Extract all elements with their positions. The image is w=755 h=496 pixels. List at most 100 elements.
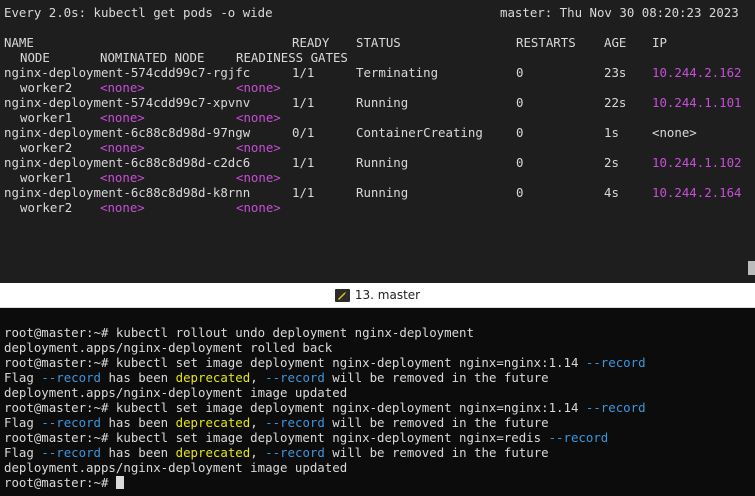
pod-ip: 10.244.2.164 bbox=[652, 185, 742, 200]
shell-prompt: root@master:~# bbox=[4, 400, 109, 415]
pod-age: 1s bbox=[604, 125, 619, 140]
shell-prompt: root@master:~# bbox=[4, 325, 109, 340]
col-nominated: NOMINATED NODE bbox=[100, 50, 205, 65]
pod-name: nginx-deployment-6c88c8d98d-k8rnn bbox=[4, 185, 251, 200]
command-line: root@master:~# kubectl set image deploym… bbox=[4, 430, 608, 445]
warning-text: will be removed in the future bbox=[324, 370, 549, 385]
shell-prompt: root@master:~# bbox=[4, 430, 109, 445]
pod-status: ContainerCreating bbox=[356, 125, 483, 140]
command-text: kubectl set image deployment nginx-deplo… bbox=[108, 430, 549, 445]
pane-title: 13. master bbox=[354, 288, 421, 302]
pod-restarts: 0 bbox=[516, 185, 524, 200]
warning-flag: --record bbox=[265, 370, 325, 385]
pod-ready: 1/1 bbox=[292, 95, 315, 110]
warning-flag: --record bbox=[265, 415, 325, 430]
col-age: AGE bbox=[604, 35, 627, 50]
pod-ready: 0/1 bbox=[292, 125, 315, 140]
pod-status: Terminating bbox=[356, 65, 439, 80]
pod-node: worker1 bbox=[20, 170, 73, 185]
terminal-icon bbox=[334, 288, 350, 302]
shell-prompt: root@master:~# bbox=[4, 475, 109, 490]
command-flag: --record bbox=[585, 400, 646, 415]
warning-text: will be removed in the future bbox=[324, 445, 549, 460]
col-name: NAME bbox=[4, 35, 34, 50]
warning-deprecated: deprecated bbox=[175, 370, 251, 385]
output-text: deployment.apps/nginx-deployment rolled … bbox=[4, 340, 333, 355]
pane-titlebar[interactable]: 13. master bbox=[0, 283, 755, 308]
col-restarts: RESTARTS bbox=[516, 35, 576, 50]
pod-nominated: <none> bbox=[100, 170, 145, 185]
pod-gates: <none> bbox=[236, 140, 281, 155]
warning-text: has been bbox=[101, 445, 176, 460]
warning-text: will be removed in the future bbox=[324, 415, 549, 430]
output-line: Flag --record has been deprecated, --rec… bbox=[4, 415, 549, 430]
warning-deprecated: deprecated bbox=[175, 415, 251, 430]
command-text: kubectl set image deployment nginx-deplo… bbox=[108, 355, 586, 370]
command-line: root@master:~# kubectl rollout undo depl… bbox=[4, 325, 474, 340]
pod-restarts: 0 bbox=[516, 65, 524, 80]
shell-pane[interactable]: root@master:~# kubectl rollout undo depl… bbox=[0, 308, 755, 496]
pod-age: 4s bbox=[604, 185, 619, 200]
warning-text: Flag bbox=[4, 370, 42, 385]
output-line: deployment.apps/nginx-deployment rolled … bbox=[4, 340, 332, 355]
pod-node: worker2 bbox=[20, 140, 73, 155]
pod-nominated: <none> bbox=[100, 80, 145, 95]
pod-ip: <none> bbox=[652, 125, 697, 140]
pod-age: 22s bbox=[604, 95, 627, 110]
warning-text: Flag bbox=[4, 445, 42, 460]
col-node: NODE bbox=[20, 50, 50, 65]
pod-name: nginx-deployment-574cdd99c7-rgjfc bbox=[4, 65, 251, 80]
command-text: kubectl rollout undo deployment nginx-de… bbox=[108, 325, 474, 340]
output-text: deployment.apps/nginx-deployment image u… bbox=[4, 385, 348, 400]
col-ip: IP bbox=[652, 35, 667, 50]
warning-text: has been bbox=[101, 415, 176, 430]
pod-ip: 10.244.1.101 bbox=[652, 95, 742, 110]
pod-ready: 1/1 bbox=[292, 65, 315, 80]
pod-ready: 1/1 bbox=[292, 185, 315, 200]
pod-nominated: <none> bbox=[100, 200, 145, 215]
watch-header-right: master: Thu Nov 30 08:20:23 2023 bbox=[500, 5, 739, 20]
warning-deprecated: deprecated bbox=[175, 445, 251, 460]
warning-text: has been bbox=[101, 370, 176, 385]
pod-name: nginx-deployment-6c88c8d98d-97ngw bbox=[4, 125, 251, 140]
pod-status: Running bbox=[356, 95, 409, 110]
warning-text: , bbox=[250, 370, 266, 385]
pod-ip: 10.244.1.102 bbox=[652, 155, 742, 170]
warning-text: , bbox=[250, 415, 266, 430]
command-flag: --record bbox=[585, 355, 646, 370]
pod-age: 23s bbox=[604, 65, 627, 80]
pod-restarts: 0 bbox=[516, 155, 524, 170]
warning-flag: --record bbox=[41, 370, 101, 385]
warning-text: Flag bbox=[4, 415, 42, 430]
pod-gates: <none> bbox=[236, 170, 281, 185]
pod-gates: <none> bbox=[236, 200, 281, 215]
pod-ready: 1/1 bbox=[292, 155, 315, 170]
warning-flag: --record bbox=[41, 445, 101, 460]
command-flag: --record bbox=[548, 430, 609, 445]
watch-pane[interactable]: Every 2.0s: kubectl get pods -o wide mas… bbox=[0, 0, 755, 283]
output-line: Flag --record has been deprecated, --rec… bbox=[4, 370, 549, 385]
warning-flag: --record bbox=[41, 415, 101, 430]
pod-gates: <none> bbox=[236, 80, 281, 95]
watch-header-left: Every 2.0s: kubectl get pods -o wide bbox=[4, 5, 273, 20]
pod-nominated: <none> bbox=[100, 110, 145, 125]
command-text: kubectl set image deployment nginx-deplo… bbox=[108, 400, 586, 415]
pod-restarts: 0 bbox=[516, 125, 524, 140]
pod-name: nginx-deployment-6c88c8d98d-c2dc6 bbox=[4, 155, 251, 170]
col-gates: READINESS GATES bbox=[236, 50, 348, 65]
command-line: root@master:~# kubectl set image deploym… bbox=[4, 355, 646, 370]
warning-text: , bbox=[250, 445, 266, 460]
output-text: deployment.apps/nginx-deployment image u… bbox=[4, 460, 348, 475]
pod-ip: 10.244.2.162 bbox=[652, 65, 742, 80]
pod-nominated: <none> bbox=[100, 140, 145, 155]
scrollbar-thumb[interactable] bbox=[748, 261, 755, 275]
output-line: deployment.apps/nginx-deployment image u… bbox=[4, 385, 347, 400]
pod-age: 2s bbox=[604, 155, 619, 170]
shell-prompt: root@master:~# bbox=[4, 355, 109, 370]
pod-restarts: 0 bbox=[516, 95, 524, 110]
pod-status: Running bbox=[356, 155, 409, 170]
pod-name: nginx-deployment-574cdd99c7-xpvnv bbox=[4, 95, 251, 110]
pod-node: worker2 bbox=[20, 200, 73, 215]
active-prompt-line[interactable]: root@master:~# bbox=[4, 475, 124, 490]
pod-status: Running bbox=[356, 185, 409, 200]
